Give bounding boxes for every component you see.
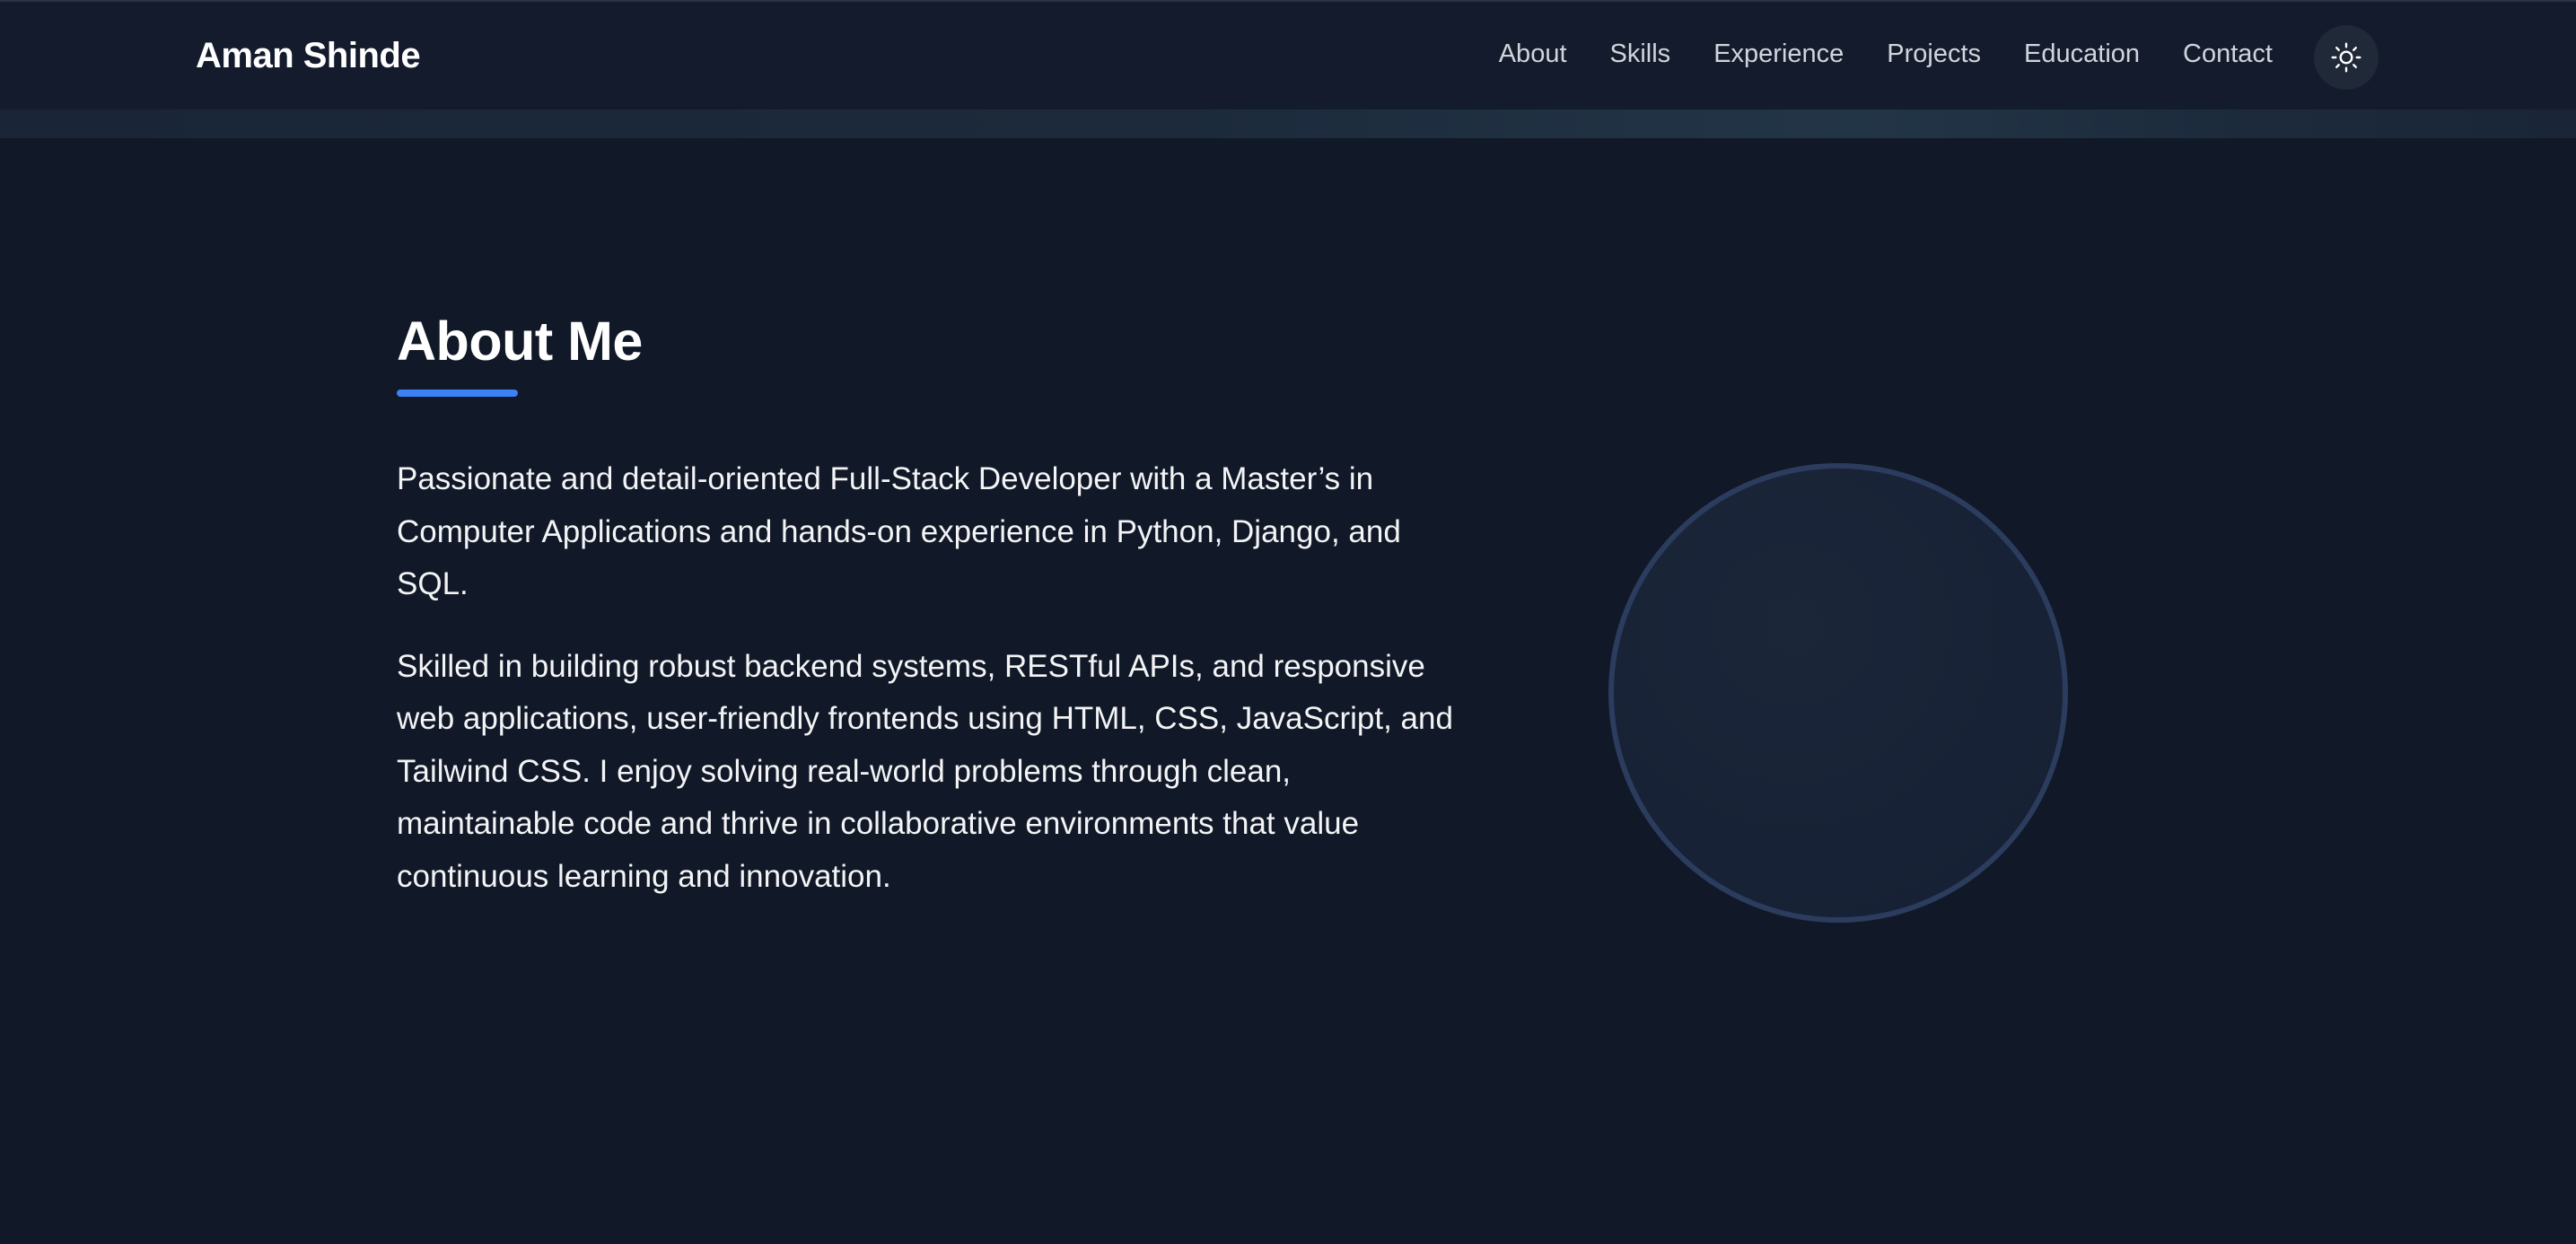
nav-link-contact[interactable]: Contact <box>2183 39 2273 69</box>
nav-link-education[interactable]: Education <box>2024 39 2140 69</box>
nav-link-experience[interactable]: Experience <box>1713 39 1844 69</box>
profile-image-placeholder <box>1608 463 2068 923</box>
nav-links: About Skills Experience Projects Educati… <box>1499 39 2273 69</box>
header-divider-band <box>0 110 2576 138</box>
title-underline <box>397 390 518 397</box>
about-paragraph-1: Passionate and detail-oriented Full-Stac… <box>397 461 1401 601</box>
nav-link-about[interactable]: About <box>1499 39 1567 69</box>
section-title: About Me <box>397 311 643 372</box>
theme-toggle-button[interactable] <box>2314 25 2379 90</box>
nav-link-projects[interactable]: Projects <box>1887 39 1981 69</box>
about-paragraph-2: Skilled in building robust backend syste… <box>397 648 1453 894</box>
nav-link-skills[interactable]: Skills <box>1610 39 1671 69</box>
brand-logo[interactable]: Aman Shinde <box>196 36 421 76</box>
page: Aman Shinde About Skills Experience Proj… <box>0 0 2576 1244</box>
sun-icon <box>2331 42 2361 73</box>
navbar: Aman Shinde About Skills Experience Proj… <box>0 0 2576 110</box>
about-text: Passionate and detail-oriented Full-Stac… <box>397 453 1474 933</box>
